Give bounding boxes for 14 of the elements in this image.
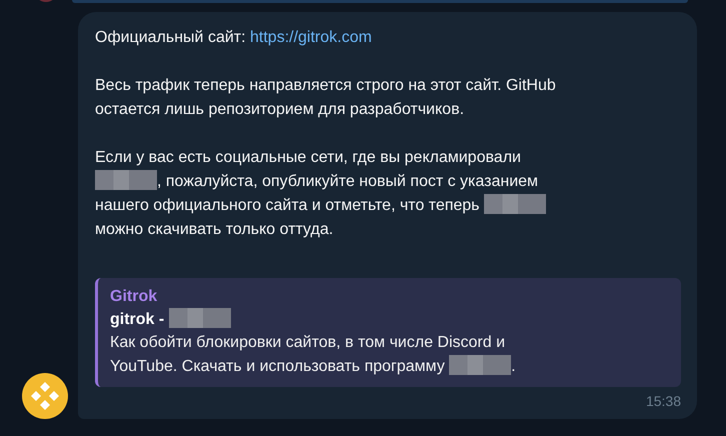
avatar-icon[interactable] xyxy=(22,373,68,419)
preview-description: Как обойти блокировки сайтов, в том числе Discord и YouTube. Скачать и использовать программу . xyxy=(110,333,517,377)
message-text: Весь трафик теперь направляется строго на этот сайт. GitHub остается лишь репозиторием для разработчиков. xyxy=(95,76,557,120)
redaction-block xyxy=(449,355,512,375)
redaction-block xyxy=(168,308,231,328)
preview-site-name: Gitrok xyxy=(110,287,158,307)
message-text: Если у вас есть социальные сети, где вы рекламировали , пожалуйста, опубликуйте новый пост с указанием нашего официального сайта и отметьте, что теперь можно скачивать только оттуда. xyxy=(95,146,681,242)
preview-title: gitrok - xyxy=(110,308,669,331)
message-text: Официальный сайт: https://gitrok.com xyxy=(95,28,373,48)
message-time: 15:38 xyxy=(646,393,681,409)
link-preview[interactable]: Gitrok gitrok - Как обойти блокировки сайтов, в том числе Discord и YouTube. Скачать и использовать программу . xyxy=(95,278,681,387)
redaction-block xyxy=(484,194,546,214)
website-link[interactable]: https://gitrok.com xyxy=(250,29,372,46)
redaction-block xyxy=(95,170,157,190)
